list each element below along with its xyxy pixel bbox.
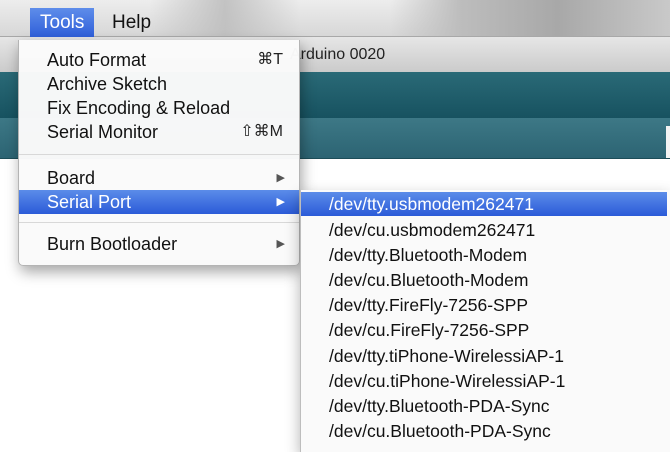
menu-item-label: Archive Sketch — [47, 74, 168, 94]
menu-item-label: Fix Encoding & Reload — [47, 98, 231, 118]
submenu-arrow-icon: ▶ — [276, 196, 285, 208]
menubar-help[interactable]: Help — [102, 8, 161, 38]
menubar-blurred-region — [390, 0, 670, 36]
menu-separator — [19, 154, 299, 155]
menu-item-label: Serial Port — [47, 192, 132, 212]
menu-item-serial-monitor[interactable]: Serial Monitor ⇧⌘M — [19, 120, 299, 144]
serial-port-item[interactable]: /dev/tty.Bluetooth-PDA-Sync — [301, 394, 667, 418]
tools-menu: Auto Format ⌘T Archive Sketch Fix Encodi… — [18, 40, 300, 266]
menu-item-label: Board — [47, 168, 96, 188]
shortcut-label: ⌘T — [257, 51, 283, 68]
menu-item-label: Serial Monitor — [47, 122, 159, 142]
submenu-arrow-icon: ▶ — [276, 172, 285, 184]
menu-item-label: Auto Format — [47, 50, 147, 70]
serial-port-item[interactable]: /dev/tty.usbmodem262471 — [301, 192, 667, 216]
menu-item-fix-encoding-reload[interactable]: Fix Encoding & Reload — [19, 96, 299, 120]
menu-item-burn-bootloader[interactable]: Burn Bootloader ▶ — [19, 232, 299, 256]
menubar-blurred-region — [150, 0, 300, 36]
serial-port-item[interactable]: /dev/cu.Bluetooth-Modem — [301, 268, 667, 292]
menu-item-board[interactable]: Board ▶ — [19, 166, 299, 190]
menu-item-label: Burn Bootloader — [47, 234, 178, 254]
menu-separator — [19, 222, 299, 223]
menu-item-auto-format[interactable]: Auto Format ⌘T — [19, 48, 299, 72]
window-title: Arduino 0020 — [290, 46, 386, 63]
menubar-tools[interactable]: Tools — [30, 8, 95, 40]
serial-port-item[interactable]: /dev/tty.Bluetooth-Modem — [301, 243, 667, 267]
submenu-arrow-icon: ▶ — [276, 238, 285, 250]
serial-port-item[interactable]: /dev/tty.FireFly-7256-SPP — [301, 293, 667, 317]
tab-edge — [666, 126, 670, 158]
serial-port-submenu: /dev/tty.usbmodem262471 /dev/cu.usbmodem… — [300, 190, 670, 452]
shortcut-label: ⇧⌘M — [240, 123, 283, 140]
menu-item-archive-sketch[interactable]: Archive Sketch — [19, 72, 299, 96]
serial-port-item[interactable]: /dev/cu.usbmodem262471 — [301, 218, 667, 242]
serial-port-item[interactable]: /dev/cu.Bluetooth-PDA-Sync — [301, 419, 667, 443]
menubar: Tools Help — [0, 0, 670, 40]
serial-port-item[interactable]: /dev/cu.FireFly-7256-SPP — [301, 318, 667, 342]
serial-port-item[interactable]: /dev/cu.tiPhone-WirelessiAP-1 — [301, 369, 667, 393]
menu-item-serial-port[interactable]: Serial Port ▶ — [19, 190, 299, 214]
serial-port-item[interactable]: /dev/tty.tiPhone-WirelessiAP-1 — [301, 344, 667, 368]
